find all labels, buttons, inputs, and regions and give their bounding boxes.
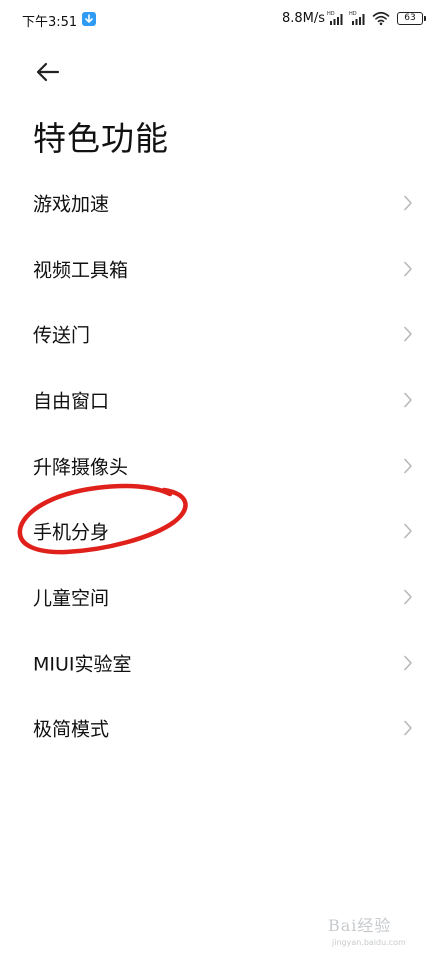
menu-item-portal[interactable]: 传送门 bbox=[0, 301, 443, 367]
svg-text:HD: HD bbox=[327, 11, 335, 17]
menu-item-video-toolbox[interactable]: 视频工具箱 bbox=[0, 236, 443, 302]
watermark-url: jingyan.baidu.com bbox=[332, 938, 406, 947]
menu-item-game-acceleration[interactable]: 游戏加速 bbox=[0, 170, 443, 236]
watermark: Bai经验 jingyan.baidu.com bbox=[328, 912, 440, 956]
menu-item-label: 自由窗口 bbox=[33, 390, 110, 413]
menu-item-label: 手机分身 bbox=[33, 521, 110, 544]
chevron-right-icon bbox=[404, 655, 412, 670]
menu-item-label: 升降摄像头 bbox=[33, 456, 129, 479]
menu-item-label: 传送门 bbox=[33, 324, 91, 347]
chevron-right-icon bbox=[404, 195, 412, 211]
chevron-right-icon bbox=[404, 261, 412, 276]
app-notification-icon bbox=[82, 12, 96, 26]
feature-menu-list: 游戏加速 视频工具箱 传送门 自由窗口 升降摄像头 手机分身 儿童空间 MIUI… bbox=[0, 170, 443, 761]
watermark-brand: Bai经验 bbox=[328, 916, 392, 935]
chevron-right-icon bbox=[404, 523, 412, 539]
signal-hd-icon: HD bbox=[349, 10, 367, 26]
menu-item-minimal-mode[interactable]: 极简模式 bbox=[0, 696, 443, 762]
chevron-right-icon bbox=[404, 589, 412, 605]
back-button[interactable] bbox=[32, 58, 66, 86]
menu-item-popup-camera[interactable]: 升降摄像头 bbox=[0, 433, 443, 499]
wifi-icon bbox=[372, 10, 390, 26]
menu-item-miui-lab[interactable]: MIUI实验室 bbox=[0, 630, 443, 696]
chevron-right-icon bbox=[404, 392, 412, 408]
status-bar: 下午3:51 8.8M/s HD HD 63 bbox=[0, 0, 443, 38]
page-title: 特色功能 bbox=[33, 119, 169, 158]
arrow-left-icon bbox=[36, 62, 60, 82]
menu-item-label: 极简模式 bbox=[33, 718, 110, 741]
chevron-right-icon bbox=[404, 721, 412, 736]
menu-item-kids-space[interactable]: 儿童空间 bbox=[0, 564, 443, 630]
status-time: 下午3:51 bbox=[22, 15, 78, 30]
chevron-right-icon bbox=[404, 326, 412, 342]
menu-item-label: 视频工具箱 bbox=[33, 259, 129, 282]
menu-item-free-window[interactable]: 自由窗口 bbox=[0, 367, 443, 433]
menu-item-label: 儿童空间 bbox=[33, 587, 110, 610]
menu-item-label: MIUI实验室 bbox=[33, 653, 132, 676]
battery-icon: 63 bbox=[397, 12, 426, 25]
menu-item-label: 游戏加速 bbox=[33, 193, 110, 216]
menu-item-dual-apps[interactable]: 手机分身 bbox=[0, 498, 443, 564]
chevron-right-icon bbox=[404, 458, 412, 473]
signal-hd-icon: HD bbox=[327, 10, 345, 26]
network-speed: 8.8M/s bbox=[282, 11, 326, 26]
svg-text:HD: HD bbox=[349, 11, 357, 17]
